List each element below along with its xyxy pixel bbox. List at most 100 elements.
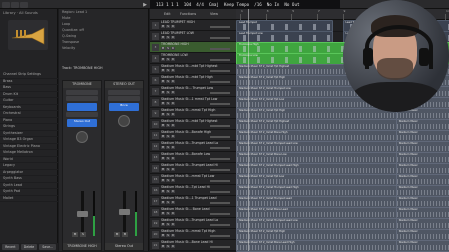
record-button[interactable]: R <box>171 245 175 248</box>
solo-button[interactable]: S <box>166 212 170 215</box>
output-slot[interactable]: Bnce <box>109 103 139 111</box>
bounce-button[interactable]: B <box>122 232 128 237</box>
track-volume-slider[interactable] <box>210 26 230 28</box>
mute-button[interactable]: M <box>161 102 165 105</box>
solo-button[interactable]: S <box>166 157 170 160</box>
track-header[interactable]: 18Stadium Music St... Bone LeadMSR <box>150 207 236 218</box>
track-volume-slider[interactable] <box>210 136 230 138</box>
solo-button[interactable]: S <box>166 47 170 50</box>
track-volume-slider[interactable] <box>210 92 230 94</box>
track-header[interactable]: 17Stadium Music St...1 Trumpet LeadMSR <box>150 196 236 207</box>
record-button[interactable]: R <box>171 124 175 127</box>
inspector-toggle-button[interactable] <box>11 2 19 8</box>
track-volume-slider[interactable] <box>210 191 230 193</box>
track-header[interactable]: 13Stadium Music St...Bonafe LowMSR <box>150 152 236 163</box>
mute-button[interactable]: M <box>161 201 165 204</box>
record-button[interactable]: R <box>171 91 175 94</box>
mute-button[interactable]: M <box>161 91 165 94</box>
lcd-mode[interactable]: Keep Tempo <box>224 2 249 7</box>
solo-button[interactable]: S <box>166 201 170 204</box>
revert-button[interactable]: Revert <box>2 244 19 250</box>
solo-button[interactable]: S <box>166 58 170 61</box>
mute-button[interactable]: M <box>72 232 78 237</box>
playhead[interactable] <box>248 9 249 251</box>
solo-button[interactable]: S <box>166 69 170 72</box>
record-button[interactable]: R <box>171 36 175 39</box>
solo-button[interactable]: S <box>166 91 170 94</box>
track-header[interactable]: 21Stadium Music St...Bone Lead HiMSR <box>150 240 236 251</box>
lcd-division[interactable]: /16 <box>254 2 262 7</box>
library-item[interactable]: Mallet <box>0 196 58 203</box>
solo-button[interactable]: S <box>166 36 170 39</box>
track-lane[interactable]: Stadium Music ST 2_mmst Bone Lead HighSt… <box>236 240 449 252</box>
solo-button[interactable]: S <box>166 234 170 237</box>
record-button[interactable]: R <box>171 25 175 28</box>
mute-button[interactable]: M <box>161 80 165 83</box>
audio-region[interactable]: Stadium Music ST 2_mmst Bone Lead High <box>236 240 397 252</box>
solo-button[interactable]: S <box>166 124 170 127</box>
track-volume-slider[interactable] <box>210 114 230 116</box>
track-volume-slider[interactable] <box>210 158 230 160</box>
mute-button[interactable]: M <box>161 113 165 116</box>
track-header[interactable]: 7Stadium Music St... Trumpet LowMSR <box>150 86 236 97</box>
track-header[interactable]: 8Stadium Music St...1 mmst Tpt LowMSR <box>150 97 236 108</box>
track-header[interactable]: 4TROMBONE LOWMSR <box>150 53 236 64</box>
mute-button[interactable]: M <box>161 157 165 160</box>
track-header[interactable]: 19Stadium Music St...Trumpet Lead LoMSR <box>150 218 236 229</box>
track-header[interactable]: 20Stadium Music St...mmst Tpt HighMSR <box>150 229 236 240</box>
solo-button[interactable]: S <box>166 113 170 116</box>
lcd-tempo[interactable]: 104 <box>184 2 192 7</box>
pan-knob[interactable] <box>76 131 88 143</box>
record-button[interactable]: R <box>171 146 175 149</box>
mute-button[interactable]: M <box>161 190 165 193</box>
track-volume-slider[interactable] <box>210 37 230 39</box>
track-volume-slider[interactable] <box>210 103 230 105</box>
mute-button[interactable]: M <box>161 124 165 127</box>
record-button[interactable]: R <box>171 179 175 182</box>
record-button[interactable]: R <box>171 157 175 160</box>
track-header[interactable]: 16Stadium Music St...Tpt Lead HiMSR <box>150 185 236 196</box>
region-param-velocity[interactable]: Velocity <box>59 45 148 51</box>
record-button[interactable]: R <box>171 102 175 105</box>
track-volume-slider[interactable] <box>210 70 230 72</box>
audio-region[interactable]: Stadium Music <box>396 240 449 252</box>
lcd-key[interactable]: Cmaj <box>209 2 219 7</box>
solo-button[interactable]: S <box>166 146 170 149</box>
record-button[interactable]: R <box>171 47 175 50</box>
record-button[interactable]: R <box>171 58 175 61</box>
record-button[interactable]: R <box>171 223 175 226</box>
mute-button[interactable]: M <box>114 232 120 237</box>
record-button[interactable]: R <box>171 168 175 171</box>
record-button[interactable]: R <box>171 80 175 83</box>
solo-button[interactable]: S <box>166 179 170 182</box>
mute-button[interactable]: M <box>161 135 165 138</box>
save-button[interactable]: Save... <box>39 244 56 250</box>
mute-button[interactable]: M <box>161 168 165 171</box>
track-volume-slider[interactable] <box>210 81 230 83</box>
volume-fader-handle[interactable] <box>77 211 88 217</box>
audio-fx-slot[interactable] <box>66 112 98 117</box>
mute-button[interactable]: M <box>161 58 165 61</box>
track-header[interactable]: 6Stadium Music St...mbt Tpt HighMSR <box>150 75 236 86</box>
solo-button[interactable]: S <box>166 245 170 248</box>
track-volume-slider[interactable] <box>210 180 230 182</box>
record-button[interactable]: R <box>171 234 175 237</box>
play-icon[interactable]: ▶ <box>140 0 150 9</box>
mute-button[interactable]: M <box>161 25 165 28</box>
delete-button[interactable]: Delete <box>21 244 38 250</box>
instrument-slot[interactable] <box>67 103 97 111</box>
track-header[interactable]: 3TROMBONE HIGHMSR <box>150 42 236 53</box>
track-header[interactable]: 1LEAD TRUMPET HIGHMSR <box>150 20 236 31</box>
solo-button[interactable]: S <box>166 135 170 138</box>
view-menu[interactable]: View <box>210 12 218 16</box>
solo-button[interactable]: S <box>166 102 170 105</box>
mute-button[interactable]: M <box>161 146 165 149</box>
track-volume-slider[interactable] <box>210 235 230 237</box>
track-volume-slider[interactable] <box>210 213 230 215</box>
mute-button[interactable]: M <box>161 245 165 248</box>
library-toggle-button[interactable] <box>2 2 10 8</box>
eq-slot[interactable] <box>108 90 140 95</box>
track-header[interactable]: 10Stadium Music St...mbt Tpt HighestMSR <box>150 119 236 130</box>
track-header[interactable]: 5Stadium Music St...mbt Tpt HighestMSR <box>150 64 236 75</box>
mute-button[interactable]: M <box>161 69 165 72</box>
